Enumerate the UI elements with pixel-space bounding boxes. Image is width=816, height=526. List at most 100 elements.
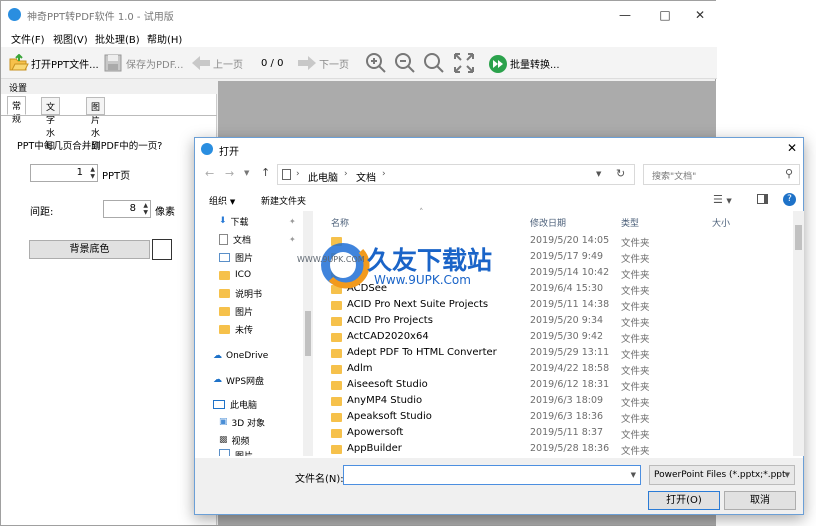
spinner-arrows-icon[interactable]: ▲ ▼ (90, 166, 95, 180)
next-page-button[interactable]: 下一页 (297, 53, 349, 73)
batch-convert-button[interactable]: 批量转换... (488, 53, 560, 73)
breadcrumb-this-pc[interactable]: 此电脑 (308, 169, 338, 184)
table-row[interactable]: Aiseesoft Studio 2019/6/12 18:31 文件夹 (319, 377, 793, 393)
cloud-icon: ☁ (213, 375, 222, 385)
file-type: 文件夹 (621, 446, 650, 457)
scroll-thumb[interactable] (305, 311, 311, 356)
nav-item[interactable]: 未传 (219, 320, 253, 338)
nav-item[interactable]: ⬇ 下载 ✦ (219, 212, 296, 230)
address-bar[interactable]: › 此电脑 › 文档 › ▼ ↻ (277, 164, 635, 185)
table-row[interactable]: ACID Pro Projects 2019/5/20 9:34 文件夹 (319, 313, 793, 329)
background-color-button[interactable]: 背景底色 (29, 240, 150, 259)
color-swatch[interactable] (152, 239, 172, 260)
breadcrumb-documents[interactable]: 文档 (356, 169, 376, 184)
file-type: 文件夹 (621, 286, 650, 297)
chevron-down-icon[interactable]: ▼ (631, 471, 636, 479)
nav-item[interactable]: 图片 (219, 302, 253, 320)
refresh-icon[interactable]: ↻ (616, 167, 625, 180)
menu-view[interactable]: 视图(V) (53, 31, 88, 46)
nav-scrollbar[interactable] (303, 211, 313, 456)
up-arrow-icon[interactable]: ↑ (261, 166, 270, 179)
column-date[interactable]: 修改日期 (530, 216, 566, 229)
cancel-button[interactable]: 取消 (724, 491, 796, 510)
save-icon (104, 54, 122, 72)
folder-icon (331, 413, 342, 422)
back-arrow-icon[interactable]: ← (205, 167, 214, 180)
nav-item[interactable]: 图片 (219, 248, 253, 266)
close-icon[interactable]: ✕ (677, 1, 723, 29)
file-name: ACID Pro Next Suite Projects (347, 299, 489, 310)
menu-file[interactable]: 文件(F) (11, 31, 45, 46)
file-name: AnyMP4 Studio (347, 395, 423, 406)
forward-arrow-icon[interactable]: → (225, 167, 234, 180)
tab-text-watermark[interactable]: 文字水印 (41, 97, 61, 152)
nav-item[interactable]: 文档 ✦ (219, 230, 296, 248)
dialog-close-icon[interactable]: ✕ (787, 141, 797, 155)
zoom-in-button[interactable] (365, 53, 387, 73)
table-row[interactable]: AnyMP4 Studio 2019/6/3 18:09 文件夹 (319, 393, 793, 409)
zoom-out-button[interactable] (394, 53, 416, 73)
file-date: 2019/5/11 8:37 (530, 427, 604, 438)
nav-item[interactable]: 图片 (219, 449, 253, 456)
spinner-arrows-icon[interactable]: ▲ ▼ (143, 202, 148, 216)
fullscreen-button[interactable] (453, 53, 475, 73)
table-row[interactable]: Apowersoft 2019/5/11 8:37 文件夹 (319, 425, 793, 441)
table-row[interactable]: Adept PDF To HTML Converter 2019/5/29 13:… (319, 345, 793, 361)
column-type[interactable]: 类型 (621, 216, 639, 229)
file-date: 2019/5/29 13:11 (530, 347, 610, 358)
list-scrollbar[interactable] (793, 211, 804, 456)
scroll-thumb[interactable] (795, 225, 802, 250)
tab-image-watermark[interactable]: 图片水印 (86, 97, 106, 152)
open-ppt-label: 打开PPT文件... (31, 59, 99, 71)
folder-icon (331, 317, 342, 326)
view-options-icon[interactable]: ☰ ▼ (713, 193, 732, 206)
menu-help[interactable]: 帮助(H) (147, 31, 182, 46)
breadcrumb-sep-icon: › (296, 169, 300, 179)
organize-button[interactable]: 组织 ▼ (209, 194, 235, 207)
nav-item-onedrive[interactable]: ☁ OneDrive (213, 347, 268, 365)
tab-general[interactable]: 常规 (7, 96, 27, 125)
new-folder-button[interactable]: 新建文件夹 (261, 194, 306, 207)
search-input[interactable]: 搜索"文档" (643, 164, 800, 185)
folder-icon (219, 324, 230, 334)
prev-page-button[interactable]: 上一页 (191, 53, 243, 73)
open-button[interactable]: 打开(O) (648, 491, 720, 510)
recent-dropdown-icon[interactable]: ▼ (244, 169, 249, 177)
menu-batch[interactable]: 批处理(B) (95, 31, 140, 46)
nav-item-wps[interactable]: ☁ WPS网盘 (213, 371, 264, 389)
save-pdf-button[interactable]: 保存为PDF... (104, 53, 183, 73)
zoom-fit-button[interactable] (423, 53, 445, 73)
folder-icon (219, 270, 230, 280)
preview-pane-icon[interactable] (757, 194, 768, 204)
table-row[interactable]: Apeaksoft Studio 2019/6/3 18:36 文件夹 (319, 409, 793, 425)
column-size[interactable]: 大小 (712, 216, 730, 229)
computer-icon (282, 169, 291, 180)
search-icon[interactable]: ⚲ (785, 167, 793, 180)
file-type: 文件夹 (621, 350, 650, 361)
nav-item[interactable]: ▩ 视频 (219, 431, 250, 449)
table-row[interactable]: AppBuilder 2019/5/28 18:36 文件夹 (319, 441, 793, 457)
help-icon[interactable]: ? (783, 193, 796, 206)
open-ppt-button[interactable]: 打开PPT文件... (9, 53, 99, 73)
cloud-icon: ☁ (213, 351, 222, 361)
filename-input[interactable]: ▼ (343, 465, 641, 485)
pin-icon[interactable]: ✦ (289, 217, 296, 226)
chevron-down-icon: ▼ (784, 471, 790, 479)
table-row[interactable]: Adlm 2019/4/22 18:58 文件夹 (319, 361, 793, 377)
dialog-title: 打开 (219, 147, 239, 158)
margin-spinner[interactable]: 8 ▲ ▼ (103, 200, 151, 218)
file-type-select[interactable]: PowerPoint Files (*.pptx;*.ppt ▼ (649, 465, 795, 485)
pin-icon[interactable]: ✦ (289, 235, 296, 244)
address-dropdown-icon[interactable]: ▼ (596, 170, 601, 178)
file-type: 文件夹 (621, 238, 650, 249)
table-row[interactable]: ActCAD2020x64 2019/5/30 9:42 文件夹 (319, 329, 793, 345)
table-row[interactable]: ACID Pro Next Suite Projects 2019/5/11 14… (319, 297, 793, 313)
magnifier-icon (424, 53, 444, 73)
nav-item[interactable]: ▣ 3D 对象 (219, 413, 265, 431)
column-name[interactable]: 名称 (331, 216, 349, 229)
nav-item[interactable]: ICO (219, 266, 251, 284)
nav-item[interactable]: 说明书 (219, 284, 262, 302)
nav-item-this-pc[interactable]: 此电脑 (213, 395, 257, 413)
pages-per-sheet-spinner[interactable]: 1 ▲ ▼ (30, 164, 98, 182)
file-date: 2019/5/11 14:38 (530, 299, 610, 310)
